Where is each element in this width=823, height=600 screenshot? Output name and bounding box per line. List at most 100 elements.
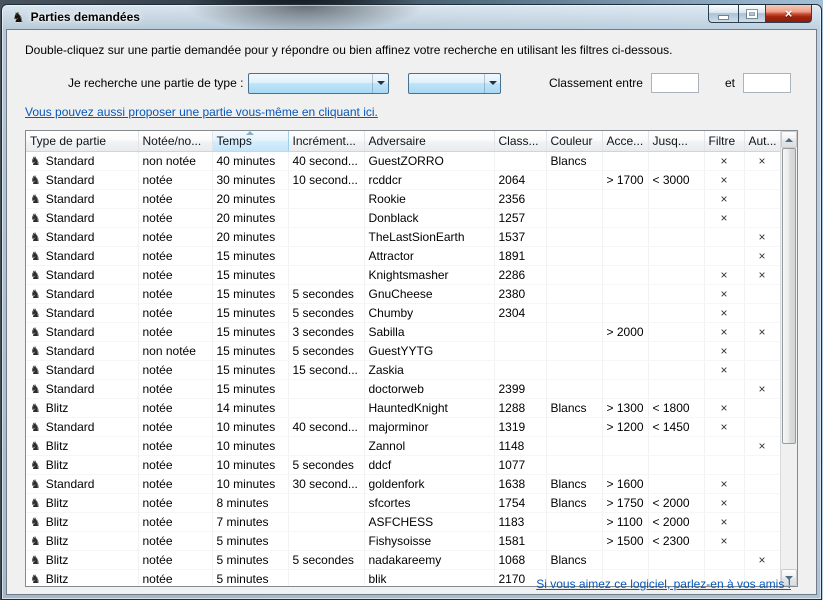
cell-type: ♞Blitz bbox=[26, 493, 138, 512]
cell-type: ♞Blitz bbox=[26, 512, 138, 531]
scrollbar-track[interactable] bbox=[781, 148, 797, 569]
cell-aut bbox=[744, 303, 780, 322]
cell-min bbox=[602, 227, 648, 246]
cell-min bbox=[602, 550, 648, 569]
close-button[interactable]: × bbox=[766, 5, 812, 23]
column-header-couleur[interactable]: Couleur bbox=[546, 131, 602, 151]
minimize-button[interactable] bbox=[708, 5, 738, 23]
knight-icon: ♞ bbox=[30, 477, 41, 491]
column-header-filtre[interactable]: Filtre bbox=[704, 131, 744, 151]
column-header-not-e-no[interactable]: Notée/no... bbox=[138, 131, 212, 151]
cell-inc bbox=[288, 493, 364, 512]
cell-aut bbox=[744, 170, 780, 189]
cell-min bbox=[602, 284, 648, 303]
minimize-icon bbox=[719, 16, 728, 19]
cell-inc bbox=[288, 265, 364, 284]
table-row[interactable]: ♞Blitznotée7 minutesASFCHESS1183> 1100< … bbox=[26, 512, 780, 531]
cell-filtre: × bbox=[704, 322, 744, 341]
cell-rated: notée bbox=[138, 322, 212, 341]
cell-adv: HauntedKnight bbox=[364, 398, 494, 417]
column-header-aut[interactable]: Aut... bbox=[744, 131, 780, 151]
cell-type: ♞Blitz bbox=[26, 436, 138, 455]
cell-rated: notée bbox=[138, 189, 212, 208]
table-row[interactable]: ♞Standardnotée20 minutesDonblack1257× bbox=[26, 208, 780, 227]
table-row[interactable]: ♞Standardnotée30 minutes10 second...rcdd… bbox=[26, 170, 780, 189]
knight-icon: ♞ bbox=[30, 420, 41, 434]
knight-icon: ♞ bbox=[30, 496, 41, 510]
scroll-up-button[interactable] bbox=[781, 131, 797, 148]
cell-time: 15 minutes bbox=[212, 341, 288, 360]
games-listview: Type de partieNotée/no...TempsIncrément.… bbox=[25, 130, 798, 587]
table-row[interactable]: ♞Blitznotée8 minutessfcortes1754Blancs> … bbox=[26, 493, 780, 512]
table-row[interactable]: ♞Standardnotée15 minutesKnightsmasher228… bbox=[26, 265, 780, 284]
table-row[interactable]: ♞Standardnotée20 minutesTheLastSionEarth… bbox=[26, 227, 780, 246]
cell-rated: notée bbox=[138, 417, 212, 436]
table-row[interactable]: ♞Standardnotée15 minutes5 secondesGnuChe… bbox=[26, 284, 780, 303]
window-parties-demandees: ♞ Parties demandées × Double-cliquez sur… bbox=[1, 4, 822, 600]
cell-filtre: × bbox=[704, 151, 744, 170]
cell-type: ♞Standard bbox=[26, 208, 138, 227]
cell-adv: ddcf bbox=[364, 455, 494, 474]
table-row[interactable]: ♞Standardnotée15 minutesdoctorweb2399× bbox=[26, 379, 780, 398]
table-row[interactable]: ♞Standardnotée20 minutesRookie2356× bbox=[26, 189, 780, 208]
cell-adv: GuestYYTG bbox=[364, 341, 494, 360]
table-row[interactable]: ♞Standardnotée15 minutes5 secondesChumby… bbox=[26, 303, 780, 322]
propose-game-link[interactable]: Vous pouvez aussi proposer une partie vo… bbox=[25, 105, 378, 119]
table-row[interactable]: ♞Standardnotée10 minutes30 second...gold… bbox=[26, 474, 780, 493]
column-header-jusq[interactable]: Jusq... bbox=[648, 131, 704, 151]
game-type-label: Standard bbox=[46, 325, 95, 339]
rated-select[interactable] bbox=[408, 73, 501, 94]
scrollbar-thumb[interactable] bbox=[782, 148, 796, 444]
table-row[interactable]: ♞Standardnotée15 minutesAttractor1891× bbox=[26, 246, 780, 265]
table-row[interactable]: ♞Blitznotée14 minutesHauntedKnight1288Bl… bbox=[26, 398, 780, 417]
column-header-acce[interactable]: Acce... bbox=[602, 131, 648, 151]
table-row[interactable]: ♞Standardnotée10 minutes40 second...majo… bbox=[26, 417, 780, 436]
vertical-scrollbar[interactable] bbox=[780, 131, 797, 586]
cell-min: > 1700 bbox=[602, 170, 648, 189]
cell-min bbox=[602, 189, 648, 208]
cell-max: < 1450 bbox=[648, 417, 704, 436]
cell-rated: notée bbox=[138, 531, 212, 550]
column-header-type-de-partie[interactable]: Type de partie bbox=[26, 131, 138, 151]
game-type-select[interactable] bbox=[248, 73, 389, 94]
table-row[interactable]: ♞Standardnotée15 minutes15 second...Zask… bbox=[26, 360, 780, 379]
cell-color bbox=[546, 265, 602, 284]
games-table: Type de partieNotée/no...TempsIncrément.… bbox=[26, 131, 780, 586]
cell-rating bbox=[494, 151, 546, 170]
table-row[interactable]: ♞Blitznotée10 minutesZannol1148× bbox=[26, 436, 780, 455]
cell-type: ♞Standard bbox=[26, 360, 138, 379]
knight-icon: ♞ bbox=[30, 287, 41, 301]
cell-color bbox=[546, 170, 602, 189]
column-header-adversaire[interactable]: Adversaire bbox=[364, 131, 494, 151]
table-row[interactable]: ♞Blitznotée10 minutes5 secondesddcf1077 bbox=[26, 455, 780, 474]
rating-min-input[interactable] bbox=[651, 73, 699, 93]
cell-inc bbox=[288, 246, 364, 265]
maximize-button[interactable] bbox=[738, 5, 766, 23]
rating-max-input[interactable] bbox=[743, 73, 791, 93]
knight-icon: ♞ bbox=[30, 363, 41, 377]
cell-aut: × bbox=[744, 151, 780, 170]
cell-rated: notée bbox=[138, 284, 212, 303]
cell-time: 20 minutes bbox=[212, 189, 288, 208]
knight-icon: ♞ bbox=[30, 534, 41, 548]
table-row[interactable]: ♞Blitznotée5 minutes5 secondesnadakareem… bbox=[26, 550, 780, 569]
cell-time: 10 minutes bbox=[212, 455, 288, 474]
table-row[interactable]: ♞Standardnon notée15 minutes5 secondesGu… bbox=[26, 341, 780, 360]
cell-aut bbox=[744, 455, 780, 474]
cell-max bbox=[648, 379, 704, 398]
table-row[interactable]: ♞Blitznotée5 minutesFishysoisse1581> 150… bbox=[26, 531, 780, 550]
column-header-class[interactable]: Class... bbox=[494, 131, 546, 151]
cell-rating: 1581 bbox=[494, 531, 546, 550]
cell-adv: blik bbox=[364, 569, 494, 586]
knight-icon: ♞ bbox=[30, 230, 41, 244]
table-row[interactable]: ♞Standardnon notée40 minutes40 second...… bbox=[26, 151, 780, 170]
cell-aut bbox=[744, 493, 780, 512]
cell-filtre: × bbox=[704, 303, 744, 322]
cell-type: ♞Blitz bbox=[26, 531, 138, 550]
column-header-temps[interactable]: Temps bbox=[212, 131, 288, 151]
table-row[interactable]: ♞Standardnotée15 minutes3 secondesSabill… bbox=[26, 322, 780, 341]
share-with-friends-link[interactable]: Si vous aimez ce logiciel, parlez-en à v… bbox=[536, 577, 791, 591]
title-bar[interactable]: ♞ Parties demandées × bbox=[2, 5, 821, 29]
cell-max: < 1800 bbox=[648, 398, 704, 417]
column-header-incr-ment[interactable]: Incrément... bbox=[288, 131, 364, 151]
